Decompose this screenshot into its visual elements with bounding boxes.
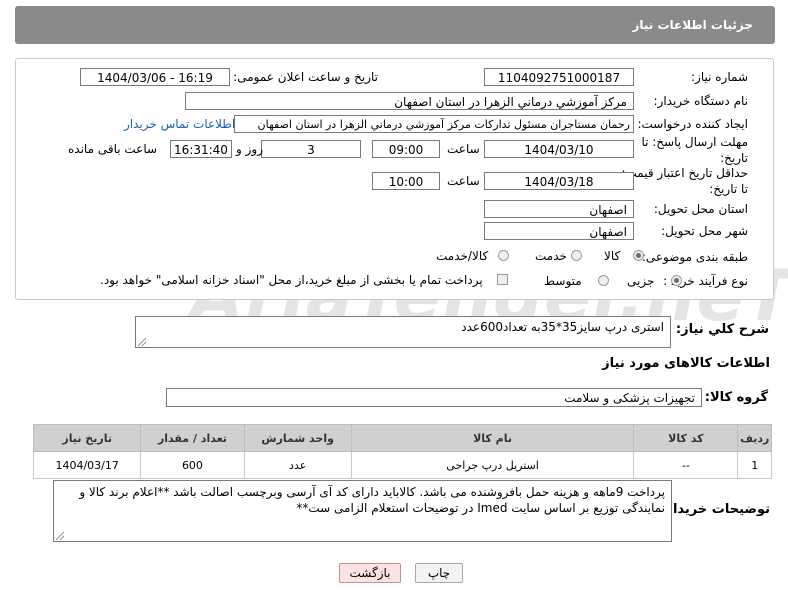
creator-label: ایجاد کننده درخواست: [637, 117, 748, 131]
col-code: کد کالا [633, 424, 739, 452]
col-date: تاریخ نیاز [32, 424, 142, 452]
process-minor-label: جزیی [627, 274, 655, 288]
resize-grip-icon[interactable] [56, 532, 64, 540]
buyer-org-label: نام دستگاه خریدار: [653, 94, 749, 108]
col-unit: واحد شمارش [243, 424, 352, 452]
buyer-notes-textarea[interactable]: پرداخت 9ماهه و هزینه حمل بافروشنده می با… [53, 480, 672, 542]
category-goods-label: کالا [604, 249, 621, 263]
need-number-field[interactable]: 1104092751000187 [484, 68, 634, 86]
deadline-time-label: ساعت [447, 142, 480, 156]
col-qty: تعداد / مقدار [140, 424, 245, 452]
cell-date: 1404/03/17 [32, 451, 142, 479]
category-label: طبقه بندی موضوعی: [641, 250, 748, 264]
deadline-time-field[interactable]: 09:00 [372, 140, 440, 158]
deadline-label-line1: مهلت ارسال پاسخ: تا [641, 135, 748, 149]
col-index: ردیف [737, 424, 772, 452]
description-text: استری درپ سایز35*35به تعداد600عدد [461, 320, 664, 334]
description-textarea[interactable]: استری درپ سایز35*35به تعداد600عدد [135, 316, 671, 348]
city-label: شهر محل تحویل: [661, 224, 748, 238]
buyer-notes-label: توضیحات خریدار: [660, 502, 770, 517]
province-field[interactable]: اصفهان [484, 200, 634, 218]
announce-datetime-field[interactable]: 1404/03/06 - 16:19 [80, 68, 230, 86]
goods-table-header: ردیف کد کالا نام کالا واحد شمارش تعداد /… [32, 424, 772, 452]
buyer-contact-link[interactable]: اطلاعات تماس خریدار [124, 117, 235, 131]
category-goods-radio[interactable] [633, 250, 644, 261]
validity-time-field[interactable]: 10:00 [372, 172, 440, 190]
creator-field[interactable]: رحمان مستاجران مسئول تدارکات مرکز آموزشي… [234, 115, 634, 133]
goods-group-field[interactable]: تجهیزات پزشکی و سلامت [166, 388, 702, 407]
category-service-radio[interactable] [571, 250, 582, 261]
resize-grip-icon[interactable] [138, 338, 146, 346]
back-button[interactable]: بازگشت [339, 563, 401, 583]
goods-group-label: گروه کالا: [704, 390, 768, 405]
need-number-label: شماره نیاز: [691, 70, 748, 84]
cell-unit: عدد [243, 451, 352, 479]
city-field[interactable]: اصفهان [484, 222, 634, 240]
validity-label-line2: تا تاریخ: [709, 182, 748, 196]
col-name: نام کالا [350, 424, 635, 452]
deadline-date-field[interactable]: 1404/03/10 [484, 140, 634, 158]
cell-qty: 600 [140, 451, 245, 479]
page-header: جزئیات اطلاعات نیاز [15, 6, 775, 44]
cell-index: 1 [737, 451, 772, 479]
treasury-payment-note: پرداخت تمام یا بخشی از مبلغ خرید،از محل … [100, 273, 483, 287]
validity-date-field[interactable]: 1404/03/18 [484, 172, 634, 190]
province-label: استان محل تحویل: [653, 202, 748, 216]
description-label: شرح کلي نياز: [675, 322, 769, 337]
page-title: جزئیات اطلاعات نیاز [632, 18, 753, 32]
process-minor-radio[interactable] [671, 275, 682, 286]
category-goods-service-radio[interactable] [498, 250, 509, 261]
remaining-time-field[interactable]: 16:31:40 [170, 140, 232, 158]
days-label: روز و [236, 142, 263, 156]
table-row[interactable]: 1 -- استریل درپ جراحی عدد 600 1404/03/17 [32, 451, 772, 479]
cell-name: استریل درپ جراحی [350, 451, 635, 479]
days-remaining-field[interactable]: 3 [261, 140, 361, 158]
announce-label: تاریخ و ساعت اعلان عمومی: [233, 70, 378, 84]
print-button[interactable]: چاپ [415, 563, 463, 583]
process-medium-radio[interactable] [598, 275, 609, 286]
cell-code: -- [633, 451, 739, 479]
validity-label-line1: حداقل تاریخ اعتبار قیمت: [621, 166, 748, 180]
remaining-time-label: ساعت باقی مانده [68, 142, 158, 156]
goods-table: ردیف کد کالا نام کالا واحد شمارش تعداد /… [32, 424, 772, 479]
treasury-payment-checkbox[interactable] [497, 274, 508, 285]
validity-time-label: ساعت [447, 174, 480, 188]
process-medium-label: متوسط [544, 274, 582, 288]
buyer-notes-text: پرداخت 9ماهه و هزینه حمل بافروشنده می با… [79, 485, 665, 515]
category-goods-service-label: کالا/خدمت [436, 249, 489, 263]
goods-section-title: اطلاعات کالاهای مورد نیاز [602, 356, 770, 371]
deadline-label-line2: تاریخ: [720, 151, 748, 165]
buyer-org-field[interactable]: مرکز آموزشي درماني الزهرا در استان اصفها… [185, 92, 634, 110]
category-service-label: خدمت [535, 249, 567, 263]
